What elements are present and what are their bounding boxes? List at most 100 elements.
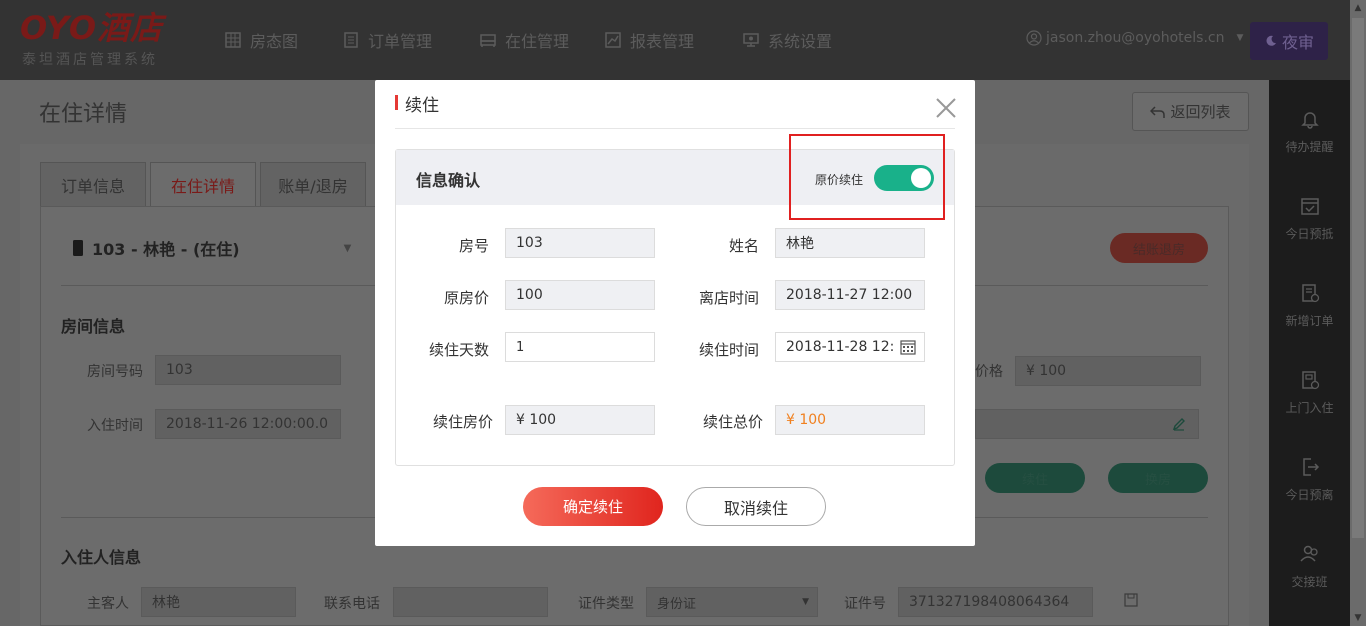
calendar-icon [1269, 195, 1350, 217]
edit-pencil-icon[interactable] [1172, 417, 1186, 431]
highlight-box [789, 134, 945, 220]
extend-stay-button[interactable]: 续住 [985, 463, 1085, 493]
moon-icon [1264, 34, 1278, 48]
back-to-list-button[interactable]: 返回列表 [1132, 92, 1249, 131]
caret-down-icon: ▼ [343, 242, 352, 254]
grid-icon [224, 31, 242, 49]
document-icon [342, 31, 360, 49]
dialog-divider [395, 128, 955, 129]
return-arrow-icon [1150, 105, 1166, 119]
price-label: 价格 [975, 364, 1003, 380]
sidebar-item-today-departures[interactable]: 今日预离 [1269, 456, 1350, 503]
room-info-title: 房间信息 [61, 317, 126, 336]
room-selector-text: 103 - 林艳 - (在住) [92, 240, 240, 259]
extend-total-field[interactable]: ¥ 100 [775, 405, 925, 435]
checkout-time-field[interactable]: 2018-11-27 12:00 [775, 280, 925, 310]
back-button-label: 返回列表 [1170, 103, 1231, 121]
room-no-label: 房号 [458, 237, 489, 255]
caret-down-icon: ▼ [802, 597, 809, 607]
sidebar-item-label: 上门入住 [1285, 401, 1334, 415]
nav-item-reports[interactable]: 报表管理 [604, 28, 694, 52]
caret-down-icon: ▼ [1236, 33, 1244, 43]
guest-info-title: 入住人信息 [61, 548, 142, 567]
extend-days-label: 续住天数 [428, 341, 489, 359]
remark-field[interactable] [975, 409, 1199, 439]
tab-order-info[interactable]: 订单信息 [40, 162, 146, 206]
bed-icon [479, 31, 497, 49]
user-menu[interactable]: jason.zhou@oyohotels.cn ▼ [1026, 30, 1243, 46]
id-type-select[interactable]: 身份证 ▼ [646, 587, 818, 617]
user-icon [1026, 30, 1042, 46]
dialog-title: 续住 [405, 96, 439, 116]
checkout-time-label: 离店时间 [698, 289, 759, 307]
tab-label: 账单/退房 [278, 176, 348, 196]
tab-in-house-detail[interactable]: 在住详情 [150, 162, 256, 206]
extend-time-value: 2018-11-28 12:00 [786, 339, 894, 355]
room-no-field[interactable]: 103 [505, 228, 655, 258]
scrollbar-thumb[interactable] [1352, 18, 1364, 538]
id-number-field[interactable]: 371327198408064364 [898, 587, 1093, 617]
checkin-icon [1269, 369, 1350, 391]
save-icon[interactable] [1124, 593, 1138, 607]
room-selector[interactable]: 103 - 林艳 - (在住) ▼ [72, 236, 351, 260]
add-order-icon [1269, 282, 1350, 304]
sidebar-item-label: 今日预抵 [1285, 227, 1334, 241]
extend-price-field[interactable]: ¥ 100 [505, 405, 655, 435]
guest-name-field[interactable]: 林艳 [775, 228, 925, 258]
phone-field[interactable] [393, 587, 548, 617]
checkin-time-field[interactable]: 2018-11-26 12:00:00.0 [155, 409, 341, 439]
price-field[interactable]: ¥ 100 [1015, 356, 1201, 386]
nav-item-room-status[interactable]: 房态图 [224, 28, 298, 52]
checkout-button[interactable]: 结账退房 [1110, 233, 1208, 263]
night-audit-button[interactable]: 夜审 [1250, 22, 1328, 60]
extend-total-label: 续住总价 [702, 413, 763, 431]
sidebar-item-label: 今日预离 [1285, 488, 1334, 502]
user-email: jason.zhou@oyohotels.cn [1046, 30, 1225, 46]
nav-item-label: 报表管理 [630, 32, 695, 51]
id-number-label: 证件号 [844, 596, 886, 612]
bell-icon [1269, 108, 1350, 130]
tab-bill-checkout[interactable]: 账单/退房 [260, 162, 366, 206]
close-icon[interactable] [934, 96, 958, 120]
extend-days-input[interactable]: 1 [505, 332, 655, 362]
nav-item-label: 系统设置 [768, 32, 833, 51]
tab-label: 订单信息 [60, 176, 125, 196]
nav-item-orders[interactable]: 订单管理 [342, 28, 432, 52]
nav-item-label: 房态图 [250, 32, 299, 51]
host-field[interactable]: 林艳 [141, 587, 296, 617]
night-audit-label: 夜审 [1281, 33, 1314, 52]
calendar-icon[interactable] [900, 339, 916, 355]
change-room-button[interactable]: 换房 [1108, 463, 1208, 493]
checkin-time-label: 入住时间 [87, 418, 143, 434]
extend-time-label: 续住时间 [698, 341, 759, 359]
scroll-up-arrow-icon[interactable]: ▲ [1350, 0, 1366, 16]
handover-icon [1269, 543, 1350, 565]
nav-item-in-house[interactable]: 在住管理 [479, 28, 569, 52]
sidebar-item-new-order[interactable]: 新增订单 [1269, 282, 1350, 329]
tab-label: 在住详情 [170, 176, 235, 196]
id-type-label: 证件类型 [578, 596, 634, 612]
original-price-label: 原房价 [443, 289, 489, 307]
sidebar-item-shift-handover[interactable]: 交接班 [1269, 543, 1350, 590]
guest-name-label: 姓名 [728, 237, 759, 255]
nav-item-settings[interactable]: 系统设置 [742, 28, 832, 52]
cancel-extend-button[interactable]: 取消续住 [686, 487, 826, 526]
title-accent-bar [395, 95, 398, 110]
nav-item-label: 在住管理 [505, 32, 570, 51]
room-number-field[interactable]: 103 [155, 355, 341, 385]
phone-label: 联系电话 [324, 596, 380, 612]
monitor-icon [742, 31, 760, 49]
sidebar-item-today-arrivals[interactable]: 今日预抵 [1269, 195, 1350, 242]
nav-item-label: 订单管理 [368, 32, 433, 51]
host-label: 主客人 [87, 596, 129, 612]
id-type-value: 身份证 [657, 596, 697, 612]
sidebar-item-reminders[interactable]: 待办提醒 [1269, 108, 1350, 155]
original-price-field[interactable]: 100 [505, 280, 655, 310]
sidebar-item-walk-in[interactable]: 上门入住 [1269, 369, 1350, 416]
brand-subtitle: 泰坦酒店管理系统 [22, 52, 158, 68]
scroll-down-arrow-icon[interactable]: ▼ [1350, 610, 1366, 626]
extend-price-label: 续住房价 [432, 413, 493, 431]
brand-logo[interactable]: OYO酒店 [20, 8, 163, 48]
confirm-extend-button[interactable]: 确定续住 [523, 487, 663, 526]
room-number-label: 房间号码 [87, 364, 143, 380]
